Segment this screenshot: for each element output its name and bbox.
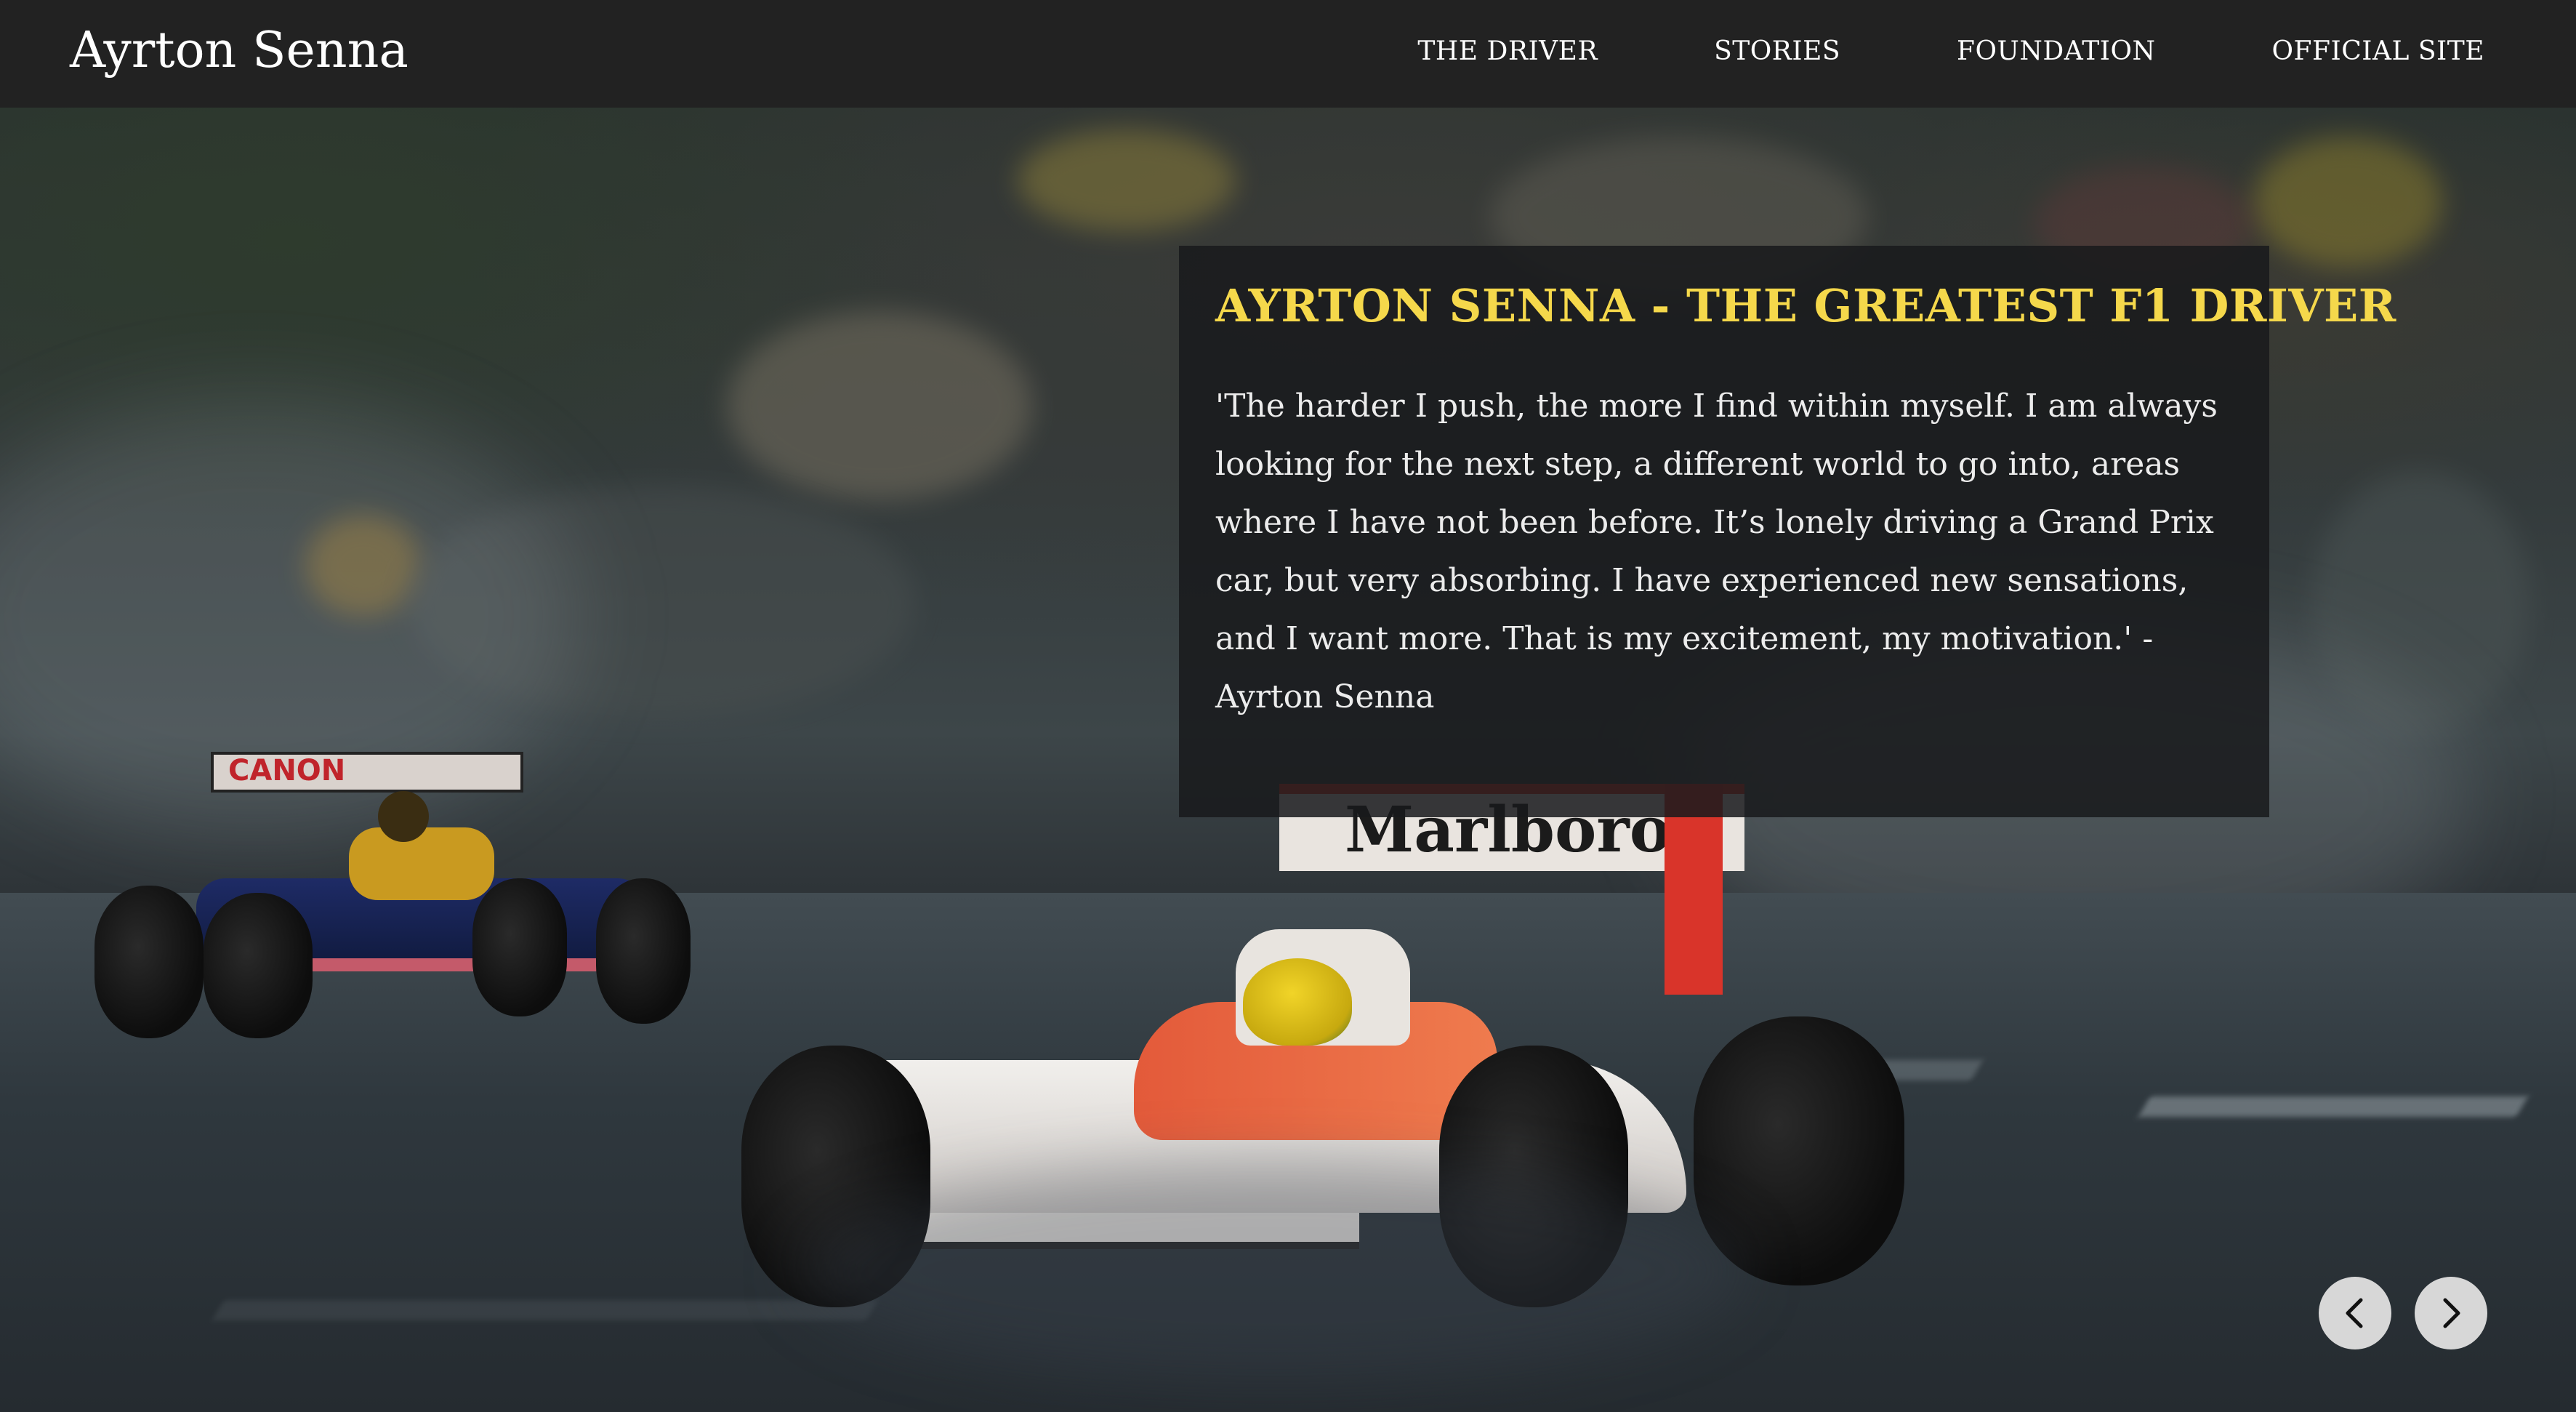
track-marking [2138,1096,2529,1117]
chevron-right-icon [2443,1298,2460,1328]
driver-helmet [1243,958,1352,1046]
rival-car-wheel [204,893,313,1038]
track-reflection [800,1162,1744,1380]
hero-caption-box: AYRTON SENNA - THE GREATEST F1 DRIVER 'T… [1179,246,2396,817]
nav-link-foundation[interactable]: FOUNDATION [1957,36,2155,66]
nav-link-official-site[interactable]: OFFICIAL SITE [2272,36,2484,66]
rival-car-helmet [378,791,429,842]
hero-heading: AYRTON SENNA - THE GREATEST F1 DRIVER [1215,279,2396,332]
crowd-blur [2253,137,2442,268]
carousel-prev-button[interactable] [2319,1277,2391,1349]
hero-quote: 'The harder I push, the more I find with… [1215,388,2218,715]
nav-link-the-driver[interactable]: THE DRIVER [1417,36,1598,66]
rival-car-wheel [596,878,691,1024]
rival-car-wheel [472,878,567,1016]
crowd-blur [1018,129,1236,231]
rival-car: CANON [87,740,698,1089]
crowd-blur [727,311,1032,500]
rival-car-yellow-panel [349,827,494,900]
nav-link-stories[interactable]: STORIES [1714,36,1840,66]
chevron-left-icon [2346,1298,2363,1328]
rival-car-wheel [94,886,204,1038]
main-nav: THE DRIVER STORIES FOUNDATION OFFICIAL S… [1417,0,2484,102]
top-navbar: Ayrton Senna THE DRIVER STORIES FOUNDATI… [0,0,2576,108]
rival-car-wing: CANON [211,752,523,793]
site-brand[interactable]: Ayrton Senna [70,0,408,108]
carousel-next-button[interactable] [2415,1277,2487,1349]
